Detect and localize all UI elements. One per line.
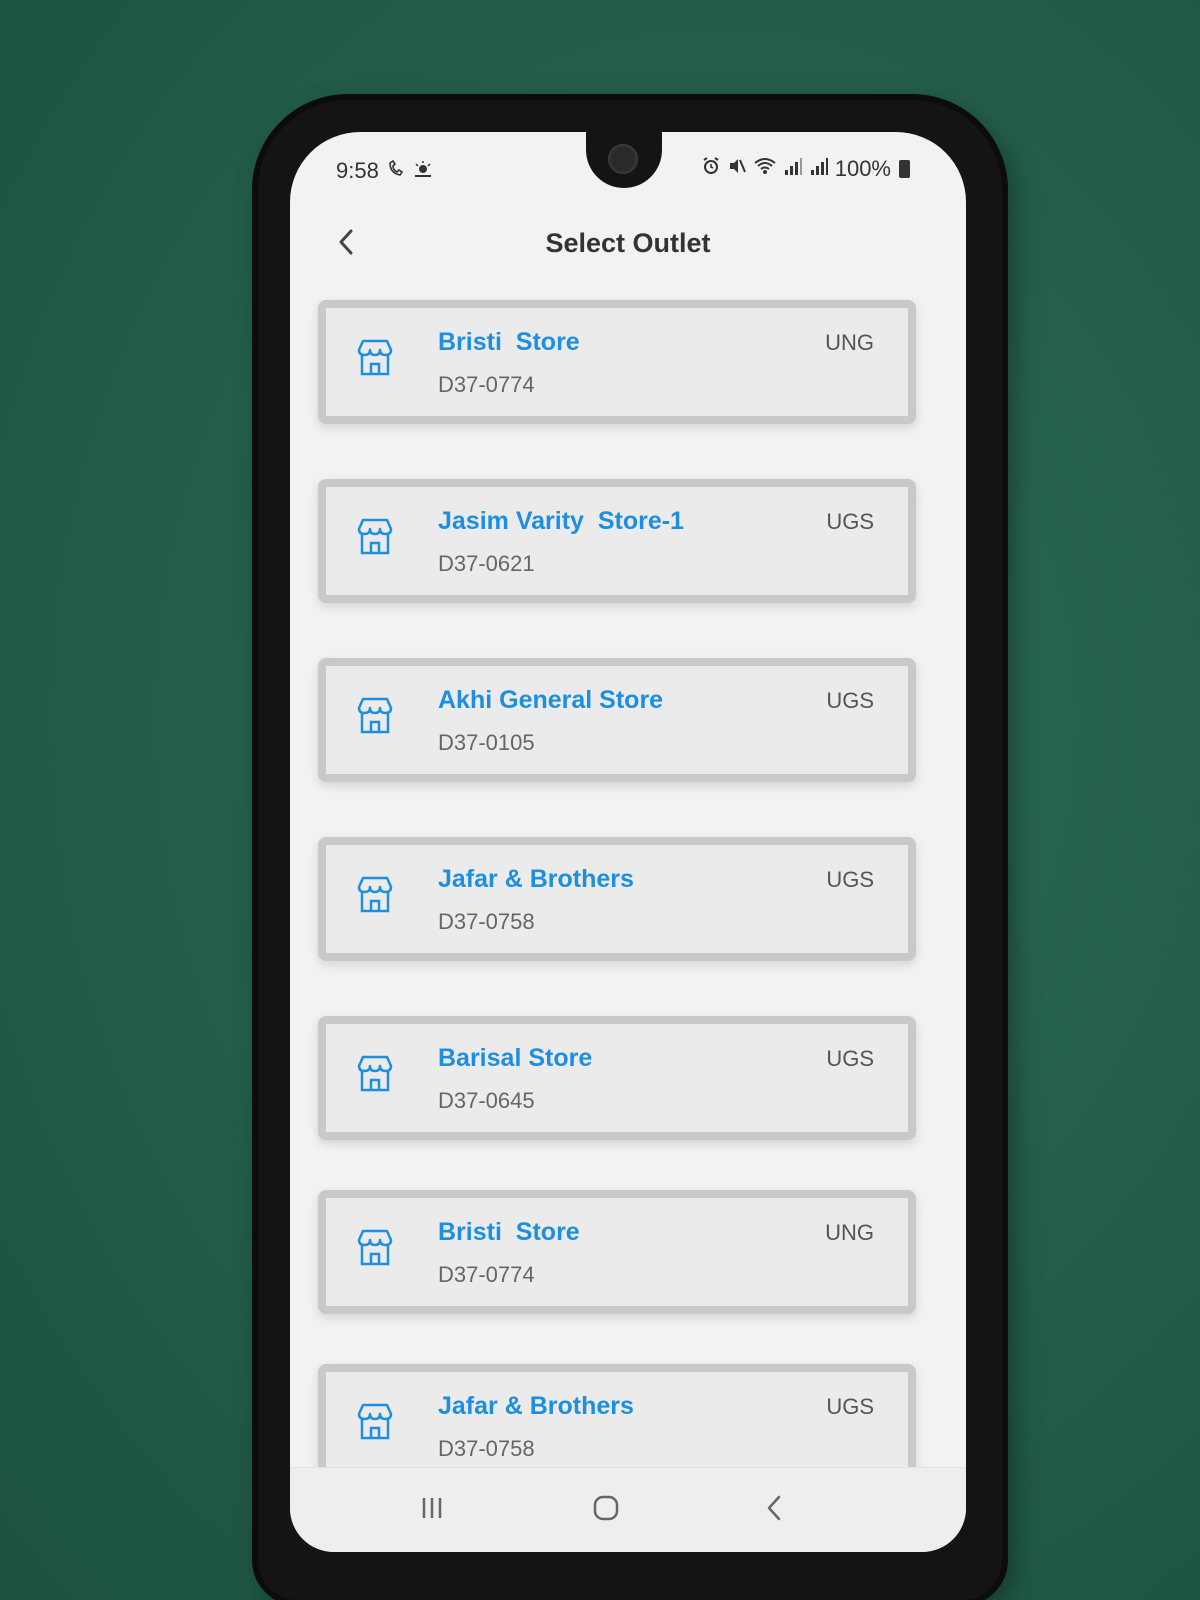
home-icon [592, 1494, 620, 1527]
weather-icon [413, 160, 433, 183]
outlet-card[interactable]: Bristi Store D37-0774 UNG [318, 300, 916, 424]
store-icon [352, 336, 398, 382]
outlet-type: UNG [825, 330, 874, 355]
outlet-code: D37-0774 [438, 1262, 535, 1287]
status-time: 9:58 [336, 158, 379, 183]
alarm-icon [701, 156, 721, 182]
status-bar: 9:58 100% [290, 154, 966, 186]
store-icon [352, 515, 398, 561]
battery-text: 100% [834, 156, 891, 181]
outlet-code: D37-0621 [438, 551, 535, 576]
outlet-type: UGS [826, 509, 874, 534]
wifi-icon [753, 156, 777, 182]
outlet-type: UGS [826, 1394, 874, 1419]
outlet-code: D37-0758 [438, 1436, 535, 1461]
outlet-type: UGS [826, 688, 874, 713]
page-title: Select Outlet [545, 228, 711, 258]
store-icon [352, 694, 398, 740]
recents-icon [418, 1496, 446, 1525]
signal-2-icon [809, 156, 829, 182]
outlet-name: Jafar & Brothers [438, 1392, 634, 1420]
outlet-card[interactable]: Jafar & Brothers D37-0758 UGS [318, 837, 916, 961]
store-icon [352, 1400, 398, 1446]
outlet-list: Bristi Store D37-0774 UNG Jasim Varity S… [318, 300, 916, 1538]
outlet-card[interactable]: Bristi Store D37-0774 UNG [318, 1190, 916, 1314]
outlet-name: Akhi General Store [438, 686, 664, 714]
back-icon [765, 1494, 783, 1527]
outlet-name: Jafar & Brothers [438, 865, 634, 893]
mute-icon [727, 156, 747, 182]
outlet-card[interactable]: Jasim Varity Store-1 D37-0621 UGS [318, 479, 916, 603]
store-icon [352, 1052, 398, 1098]
outlet-type: UNG [825, 1220, 874, 1245]
outlet-card[interactable]: Barisal Store D37-0645 UGS [318, 1016, 916, 1140]
status-right: 100% [701, 156, 910, 182]
recents-button[interactable] [402, 1488, 462, 1532]
outlet-name: Jasim Varity Store-1 [438, 507, 684, 535]
system-nav-bar [290, 1467, 966, 1552]
outlet-type: UGS [826, 1046, 874, 1071]
app-header: Select Outlet [290, 218, 966, 278]
outlet-code: D37-0774 [438, 372, 535, 397]
outlet-name: Bristi Store [438, 328, 580, 356]
store-icon [352, 1226, 398, 1272]
outlet-card[interactable]: Akhi General Store D37-0105 UGS [318, 658, 916, 782]
home-button[interactable] [576, 1488, 636, 1532]
phone-screen: 9:58 100% Select Outlet Bristi Store D37… [290, 132, 966, 1552]
status-left: 9:58 [336, 158, 433, 184]
outlet-name: Bristi Store [438, 1218, 580, 1246]
store-icon [352, 873, 398, 919]
outlet-code: D37-0105 [438, 730, 535, 755]
outlet-code: D37-0645 [438, 1088, 535, 1113]
outlet-name: Barisal Store [438, 1044, 593, 1072]
nav-back-button[interactable] [744, 1488, 804, 1532]
battery-icon [899, 160, 910, 178]
call-forwarding-icon [387, 159, 405, 183]
signal-1-icon [783, 156, 803, 182]
outlet-type: UGS [826, 867, 874, 892]
outlet-code: D37-0758 [438, 909, 535, 934]
